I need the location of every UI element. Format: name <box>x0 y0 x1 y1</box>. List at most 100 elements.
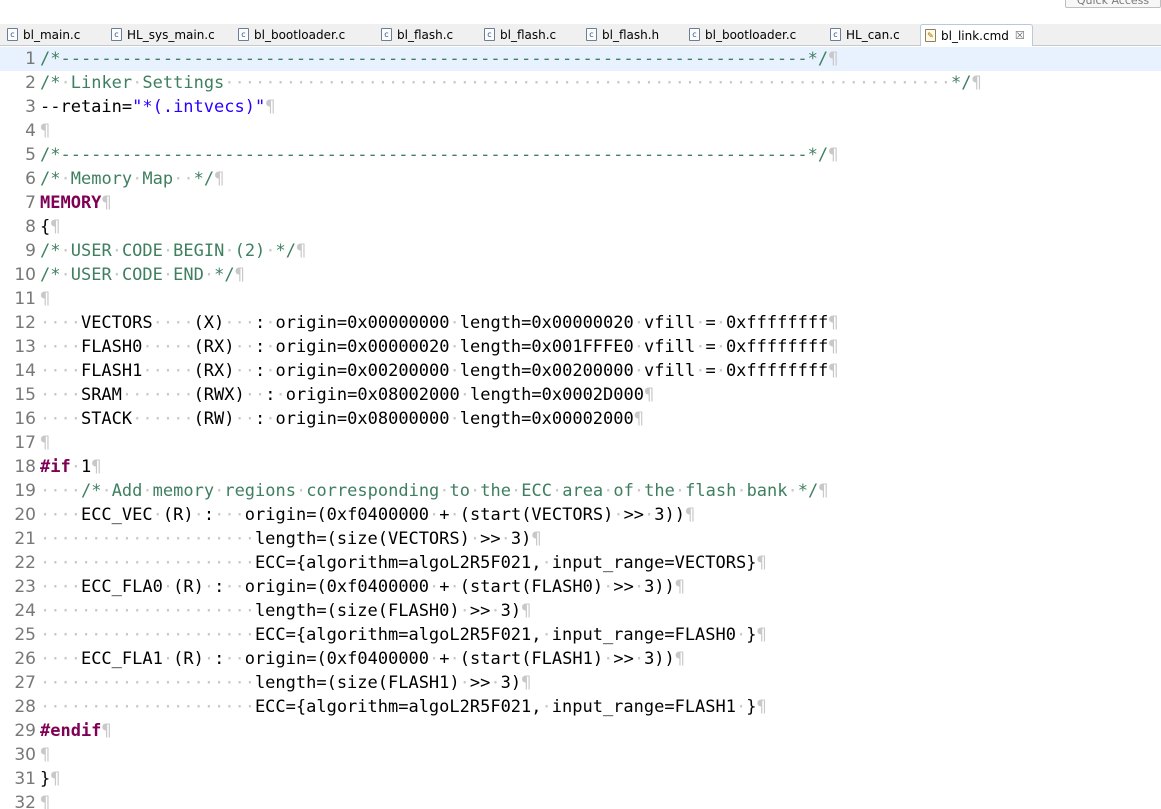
code-line[interactable]: 7 MEMORY¶ <box>0 191 1161 215</box>
whitespace-marker: · <box>674 481 686 501</box>
pilcrow-icon: ¶ <box>521 673 532 693</box>
code-line[interactable]: 28 ·····················ECC={algorithm=al… <box>0 695 1161 719</box>
code-line[interactable]: 5/*-------------------------------------… <box>0 143 1161 167</box>
code-token: origin=0x00000000 <box>275 313 450 333</box>
whitespace-marker: · <box>265 337 276 357</box>
close-tab-icon[interactable]: ☒ <box>1015 29 1025 42</box>
code-line[interactable]: 2/*·Linker·Settings·····················… <box>0 71 1161 95</box>
c-file-icon: c <box>238 28 249 41</box>
tab-bl_bootloader-c[interactable]: c bl_bootloader.c <box>685 24 822 45</box>
code-line[interactable]: 24 ·····················length=(size(FLAS… <box>0 599 1161 623</box>
pilcrow-icon: ¶ <box>643 385 655 405</box>
code-token: ECC_FLA1 <box>80 649 163 669</box>
code-token: 3)) <box>644 577 675 597</box>
tab-label: bl_bootloader.c <box>705 27 797 42</box>
pilcrow-icon: ¶ <box>674 577 686 597</box>
whitespace-marker: ····················· <box>40 553 255 573</box>
line-number: 5 <box>25 145 36 165</box>
code-line[interactable]: 31}¶ <box>0 767 1161 791</box>
whitespace-marker: ···· <box>40 385 81 405</box>
code-line[interactable]: 9/*·USER·CODE·BEGIN·(2)·*/¶ <box>0 239 1161 263</box>
code-token: (RW) <box>193 409 235 429</box>
c-file-icon: c <box>7 28 18 41</box>
code-line[interactable]: 16 ····STACK······(RW)··:·origin=0x080000… <box>0 407 1161 431</box>
code-token: FLASH1 <box>80 361 143 381</box>
code-line[interactable]: 12 ····VECTORS····(X)···:·origin=0x000000… <box>0 311 1161 335</box>
whitespace-marker: · <box>203 649 215 669</box>
code-line[interactable]: 1/*-------------------------------------… <box>0 47 1161 71</box>
whitespace-marker: ······· <box>121 385 194 405</box>
code-line[interactable]: 22 ·····················ECC={algorithm=al… <box>0 551 1161 575</box>
code-text: ·····················ECC={algorithm=algo… <box>40 695 767 719</box>
code-line[interactable]: 20 ····ECC_VEC·(R)·:···origin=(0xf0400000… <box>0 503 1161 527</box>
tab-bl_link-cmd[interactable]: ✎ bl_link.cmd ☒ <box>920 24 1033 46</box>
code-line[interactable]: 17 ¶ <box>0 431 1161 455</box>
whitespace-marker: · <box>152 505 163 525</box>
code-token: #endif <box>40 721 102 741</box>
whitespace-marker: · <box>633 313 644 333</box>
code-token: */ <box>193 169 215 189</box>
code-line[interactable]: 6/*·Memory·Map··*/¶ <box>0 167 1161 191</box>
whitespace-marker: · <box>224 241 235 261</box>
code-text: ¶ <box>40 119 50 143</box>
whitespace-marker: ·· <box>224 577 245 597</box>
header-file-icon: c <box>586 28 597 41</box>
code-token: the <box>644 481 675 501</box>
code-line[interactable]: 3 --retain="*(.intvecs)"¶ <box>0 95 1161 119</box>
code-line[interactable]: 8 {¶ <box>0 215 1161 239</box>
code-line[interactable]: 11 ¶ <box>0 287 1161 311</box>
tab-bl_main-c[interactable]: c bl_main.c <box>3 24 103 45</box>
code-line[interactable]: 15 ····SRAM·······(RWX)··:·origin=0x08002… <box>0 383 1161 407</box>
code-token: CODE <box>121 265 163 285</box>
tab-bl_flash-c[interactable]: c bl_flash.c <box>480 24 578 45</box>
code-token: vfill <box>644 337 696 357</box>
pilcrow-icon: ¶ <box>685 505 696 525</box>
code-line[interactable]: 27 ·····················length=(size(FLAS… <box>0 671 1161 695</box>
tab-bl_bootloader-c[interactable]: c bl_bootloader.c <box>234 24 373 45</box>
code-line[interactable]: 4 ¶ <box>0 119 1161 143</box>
tab-hl_can-c[interactable]: c HL_can.c <box>826 24 916 45</box>
code-line[interactable]: 29 #endif¶ <box>0 719 1161 743</box>
pilcrow-icon: ¶ <box>756 625 767 645</box>
code-token: origin=(0xf0400000 <box>244 577 430 597</box>
code-line[interactable]: 23 ····ECC_FLA0·(R)·:··origin=(0xf0400000… <box>0 575 1161 599</box>
whitespace-marker: · <box>644 505 655 525</box>
code-token: Map <box>142 169 174 189</box>
whitespace-marker: ·· <box>173 169 194 189</box>
code-text: ····ECC_VEC·(R)·:···origin=(0xf0400000·+… <box>40 503 695 527</box>
pilcrow-icon: ¶ <box>91 457 102 477</box>
tab-hl_sys_main-c[interactable]: c HL_sys_main.c <box>107 24 230 45</box>
whitespace-marker: · <box>736 697 747 717</box>
code-line[interactable]: 13 ····FLASH0·····(RX)··:·origin=0x000000… <box>0 335 1161 359</box>
code-token: : <box>203 505 215 525</box>
code-line[interactable]: 18 #if·1¶ <box>0 455 1161 479</box>
code-token: STACK <box>80 409 133 429</box>
code-token: 3) <box>500 673 522 693</box>
whitespace-marker: ···· <box>40 337 81 357</box>
pilcrow-icon: ¶ <box>674 649 686 669</box>
code-line[interactable]: 30 ¶ <box>0 743 1161 767</box>
code-token: VECTORS <box>80 313 153 333</box>
code-line[interactable]: 10/*·USER·CODE·END·*/¶ <box>0 263 1161 287</box>
whitespace-marker: · <box>162 265 174 285</box>
whitespace-marker: · <box>459 601 470 621</box>
tab-bl_flash-c[interactable]: c bl_flash.c <box>377 24 476 45</box>
tab-label: bl_main.c <box>23 27 81 42</box>
code-line[interactable]: 25 ·····················ECC={algorithm=al… <box>0 623 1161 647</box>
whitespace-marker: ····················· <box>40 673 255 693</box>
tab-bl_flash-h[interactable]: c bl_flash.h <box>582 24 681 45</box>
code-line[interactable]: 26 ····ECC_FLA1·(R)·:··origin=(0xf0400000… <box>0 647 1161 671</box>
code-text: ····VECTORS····(X)···:·origin=0x00000000… <box>40 311 839 335</box>
whitespace-marker: · <box>162 577 174 597</box>
whitespace-marker: · <box>490 673 501 693</box>
whitespace-marker: · <box>162 241 174 261</box>
pilcrow-icon: ¶ <box>756 697 767 717</box>
quick-access-field[interactable]: Quick Access <box>1065 0 1161 8</box>
code-token: : <box>255 337 266 357</box>
code-line[interactable]: 32 ¶ <box>0 791 1161 809</box>
code-editor[interactable]: 1/*-------------------------------------… <box>0 47 1161 809</box>
line-number: 10 <box>14 265 36 285</box>
code-line[interactable]: 14 ····FLASH1·····(RX)··:·origin=0x002000… <box>0 359 1161 383</box>
code-line[interactable]: 19 ····/*·Add·memory·regions·correspondin… <box>0 479 1161 503</box>
code-line[interactable]: 21 ·····················length=(size(VECT… <box>0 527 1161 551</box>
